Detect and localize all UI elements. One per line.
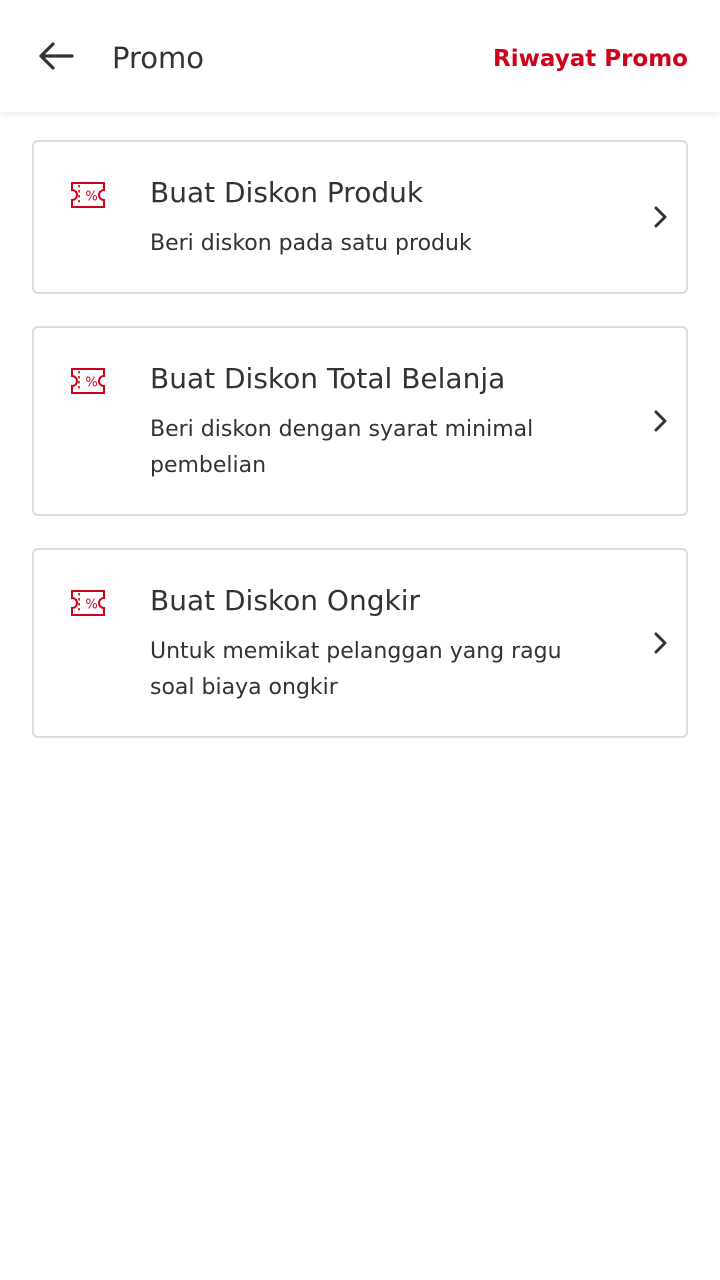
promo-option-title: Buat Diskon Ongkir [150, 584, 420, 617]
chevron-right-icon [654, 410, 667, 432]
svg-text:%: % [85, 376, 97, 391]
svg-text:%: % [85, 190, 97, 205]
promo-option-description: Beri diskon dengan syarat minimal pembel… [150, 417, 534, 478]
promo-option-product-discount[interactable]: % Buat Diskon Produk Beri diskon pada sa… [32, 140, 688, 294]
promo-option-description: Beri diskon pada satu produk [150, 231, 472, 256]
chevron-right-icon [654, 632, 667, 654]
discount-coupon-icon: % [71, 182, 105, 208]
back-button[interactable] [28, 30, 84, 82]
discount-coupon-icon: % [71, 368, 105, 394]
promo-option-title: Buat Diskon Produk [150, 176, 424, 209]
app-bar: Promo Riwayat Promo [0, 0, 720, 112]
promo-history-link[interactable]: Riwayat Promo [493, 43, 688, 75]
promo-option-total-purchase-discount[interactable]: % Buat Diskon Total Belanja Beri diskon … [32, 326, 688, 516]
promo-option-title: Buat Diskon Total Belanja [150, 362, 506, 395]
arrow-left-icon [39, 42, 74, 70]
promo-options-list: % Buat Diskon Produk Beri diskon pada sa… [32, 140, 688, 770]
promo-option-shipping-discount[interactable]: % Buat Diskon Ongkir Untuk memikat pelan… [32, 548, 688, 738]
discount-coupon-icon: % [71, 590, 105, 616]
page-title: Promo [112, 41, 204, 75]
chevron-right-icon [654, 206, 667, 228]
svg-text:%: % [85, 598, 97, 613]
promo-option-description: Untuk memikat pelanggan yang ragu soal b… [150, 639, 562, 700]
